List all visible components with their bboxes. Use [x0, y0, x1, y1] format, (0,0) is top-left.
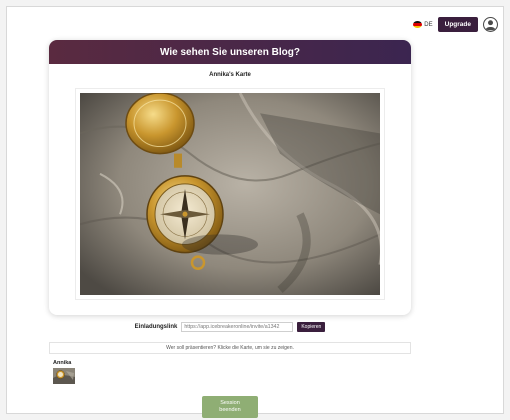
- card-subtitle: Annika's Karte: [209, 72, 251, 78]
- invite-link-field[interactable]: https://app.icebreakeronline/invite/a134…: [181, 322, 294, 332]
- language-code: DE: [424, 21, 433, 28]
- participant-card[interactable]: Annika: [53, 360, 79, 384]
- copy-button[interactable]: Kopieren: [297, 322, 326, 332]
- invite-row: Einladungslink https://app.icebreakeronl…: [0, 322, 460, 332]
- invite-label: Einladungslink: [134, 324, 178, 330]
- user-avatar-icon[interactable]: [483, 17, 498, 32]
- end-session-button[interactable]: Session beenden: [202, 396, 258, 418]
- card-image-frame[interactable]: [75, 88, 385, 300]
- upgrade-button[interactable]: Upgrade: [437, 17, 478, 32]
- participant-name: Annika: [53, 360, 72, 366]
- topbar: DE Upgrade: [413, 17, 498, 32]
- presenter-hint: Wer soll präsentieren? Klicke die Karte,…: [49, 342, 411, 354]
- language-switcher[interactable]: DE: [413, 21, 433, 28]
- flag-de-icon: [413, 21, 423, 28]
- blog-card: Wie sehen Sie unseren Blog? Annika's Kar…: [49, 40, 411, 315]
- end-session-line2: beenden: [219, 407, 241, 413]
- card-title: Wie sehen Sie unseren Blog?: [49, 40, 411, 64]
- compass-on-rocks-image: [80, 93, 380, 295]
- end-session-line1: Session: [220, 400, 240, 406]
- participant-thumbnail[interactable]: [53, 368, 75, 384]
